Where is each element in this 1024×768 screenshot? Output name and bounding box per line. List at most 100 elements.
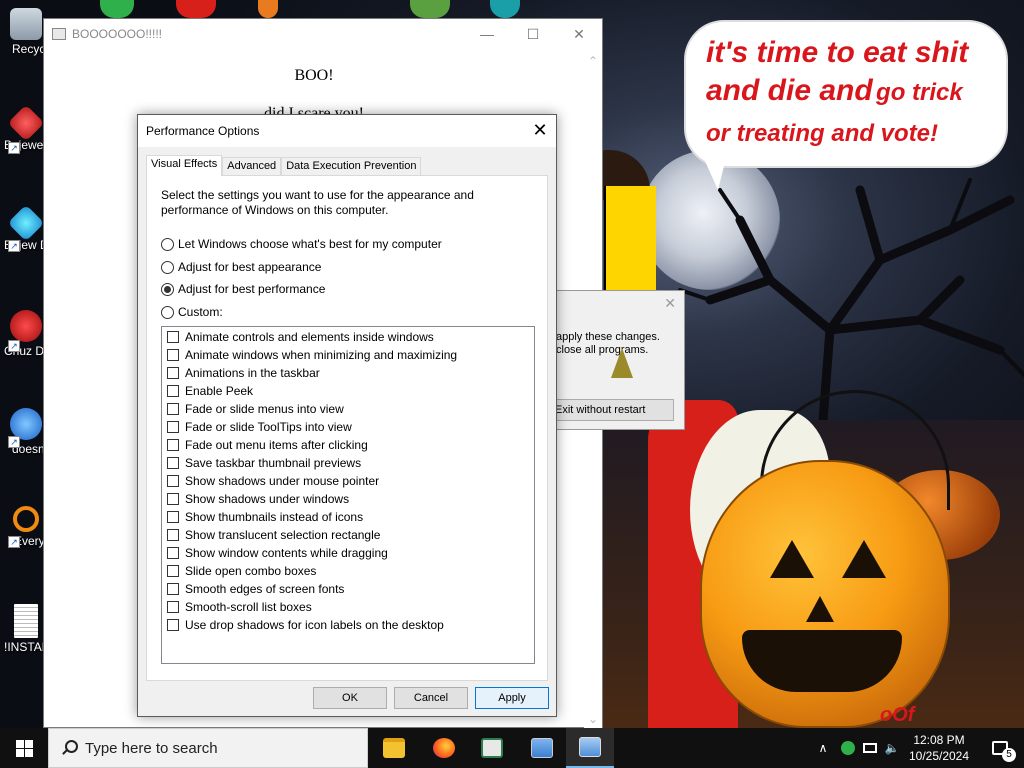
visual-effects-list[interactable]: Animate controls and elements inside win…: [161, 326, 535, 664]
checkbox[interactable]: [167, 529, 179, 541]
radio-label: Let Windows choose what's best for my co…: [178, 237, 442, 251]
scroll-up-arrow-icon[interactable]: ⌃: [587, 55, 599, 67]
boo-window-title: BOOOOOOO!!!!!: [72, 27, 163, 41]
taskbar: Type here to search ∧ 🔈 12:08 PM 10/25/2…: [0, 728, 1024, 768]
caption-line-1: it's time to eat shit: [706, 36, 969, 69]
system-properties-icon: [481, 738, 503, 758]
effect-item[interactable]: Fade out menu items after clicking: [167, 436, 368, 454]
taskbar-system-properties[interactable]: [468, 728, 516, 768]
effect-label: Use drop shadows for icon labels on the …: [185, 618, 444, 632]
radio-button[interactable]: [161, 305, 174, 319]
effect-label: Enable Peek: [185, 384, 254, 398]
effect-item[interactable]: Fade or slide menus into view: [167, 400, 344, 418]
maximize-button[interactable]: ☐: [510, 19, 556, 49]
radio-button[interactable]: [161, 237, 174, 251]
effect-item[interactable]: Save taskbar thumbnail previews: [167, 454, 361, 472]
radio-let-windows-choose[interactable]: Let Windows choose what's best for my co…: [161, 236, 442, 252]
checkbox[interactable]: [167, 583, 179, 595]
checkbox[interactable]: [167, 565, 179, 577]
checkbox[interactable]: [167, 601, 179, 613]
performance-options-dialog[interactable]: Performance Options ✕ Visual Effects Adv…: [137, 114, 557, 717]
effect-item[interactable]: Fade or slide ToolTips into view: [167, 418, 352, 436]
checkbox[interactable]: [167, 439, 179, 451]
effect-item[interactable]: Smooth edges of screen fonts: [167, 580, 344, 598]
exit-without-restart-button[interactable]: Exit without restart: [552, 399, 674, 421]
notification-center-button[interactable]: 5: [980, 728, 1020, 768]
tab-advanced[interactable]: Advanced: [222, 157, 282, 176]
effect-label: Smooth edges of screen fonts: [185, 582, 345, 596]
bejeweled-diamond-icon: [7, 204, 45, 242]
checkbox[interactable]: [167, 367, 179, 379]
effect-item[interactable]: Show thumbnails instead of icons: [167, 508, 363, 526]
apply-button[interactable]: Apply: [475, 687, 549, 709]
taskbar-computer-window[interactable]: [566, 728, 614, 768]
tab-visual-effects[interactable]: Visual Effects: [146, 155, 223, 176]
chuzzle-icon: [10, 310, 42, 342]
computer-window-icon: [579, 737, 601, 757]
taskbar-file-explorer[interactable]: [370, 728, 418, 768]
tab-data-execution-prevention[interactable]: Data Execution Prevention: [281, 157, 422, 176]
checkbox[interactable]: [167, 493, 179, 505]
top-strip-flag-icon[interactable]: [410, 0, 450, 18]
dialog-close-icon[interactable]: ✕: [524, 115, 556, 147]
scroll-down-arrow-icon[interactable]: ⌄: [587, 713, 599, 725]
radio-button-selected[interactable]: [161, 282, 174, 296]
cancel-button[interactable]: Cancel: [394, 687, 468, 709]
effect-item[interactable]: Show window contents while dragging: [167, 544, 388, 562]
effect-item[interactable]: Use drop shadows for icon labels on the …: [167, 616, 444, 634]
effect-item[interactable]: Show translucent selection rectangle: [167, 526, 380, 544]
taskbar-control-panel[interactable]: [518, 728, 566, 768]
effect-item[interactable]: Enable Peek: [167, 382, 253, 400]
start-button[interactable]: [0, 728, 48, 768]
radio-custom[interactable]: Custom:: [161, 304, 223, 320]
top-strip-orange-icon[interactable]: [258, 0, 278, 18]
checkbox[interactable]: [167, 547, 179, 559]
checkbox[interactable]: [167, 421, 179, 433]
taskbar-clock[interactable]: 12:08 PM 10/25/2024: [902, 732, 976, 764]
effect-item[interactable]: Animate controls and elements inside win…: [167, 328, 434, 346]
checkbox[interactable]: [167, 619, 179, 631]
top-strip-green-icon[interactable]: [100, 0, 134, 18]
checkbox[interactable]: [167, 349, 179, 361]
effect-item[interactable]: Animations in the taskbar: [167, 364, 320, 382]
desktop-icon-recycle-bin[interactable]: Recycl: [4, 8, 48, 56]
effect-item[interactable]: Smooth-scroll list boxes: [167, 598, 312, 616]
speech-bubble-tail: [700, 150, 728, 190]
ok-button[interactable]: OK: [313, 687, 387, 709]
checkbox[interactable]: [167, 475, 179, 487]
desktop-icon-install[interactable]: !INSTAL: [4, 604, 48, 654]
shortcut-arrow-icon: ↗: [8, 142, 20, 154]
top-strip-red-icon[interactable]: [176, 0, 216, 18]
checkbox[interactable]: [167, 331, 179, 343]
radio-best-performance[interactable]: Adjust for best performance: [161, 281, 325, 297]
effect-item[interactable]: Show shadows under windows: [167, 490, 349, 508]
file-explorer-icon: [383, 738, 405, 758]
show-hidden-icons-chevron-icon[interactable]: ∧: [812, 728, 834, 768]
wizard-hat-cursor-icon: [611, 348, 633, 378]
checkbox[interactable]: [167, 457, 179, 469]
effect-item[interactable]: Slide open combo boxes: [167, 562, 316, 580]
checkbox[interactable]: [167, 385, 179, 397]
effect-item[interactable]: Show shadows under mouse pointer: [167, 472, 379, 490]
taskbar-firefox[interactable]: [420, 728, 468, 768]
radio-best-appearance[interactable]: Adjust for best appearance: [161, 259, 321, 275]
checkbox[interactable]: [167, 403, 179, 415]
dialog-titlebar[interactable]: Performance Options ✕: [138, 115, 556, 147]
close-icon[interactable]: ✕: [664, 295, 676, 312]
effect-item[interactable]: Animate windows when minimizing and maxi…: [167, 346, 457, 364]
volume-icon[interactable]: 🔈: [882, 728, 902, 768]
network-icon[interactable]: [860, 728, 880, 768]
everything-search-icon: [13, 506, 39, 532]
checkbox[interactable]: [167, 511, 179, 523]
effect-label: Show window contents while dragging: [185, 546, 388, 560]
top-strip-teal-icon[interactable]: [490, 0, 520, 18]
close-button[interactable]: ✕: [556, 19, 602, 49]
yellow-cartoon-figure: [604, 186, 656, 296]
green-tray-icon[interactable]: [838, 728, 858, 768]
radio-label: Adjust for best appearance: [178, 260, 322, 274]
boo-window-titlebar[interactable]: BOOOOOOO!!!!! — ☐ ✕: [44, 19, 602, 49]
desktop-icon-doesnt[interactable]: doesnt: [4, 408, 48, 456]
taskbar-search-box[interactable]: Type here to search: [48, 728, 368, 768]
radio-button[interactable]: [161, 260, 174, 274]
minimize-button[interactable]: —: [464, 19, 510, 49]
